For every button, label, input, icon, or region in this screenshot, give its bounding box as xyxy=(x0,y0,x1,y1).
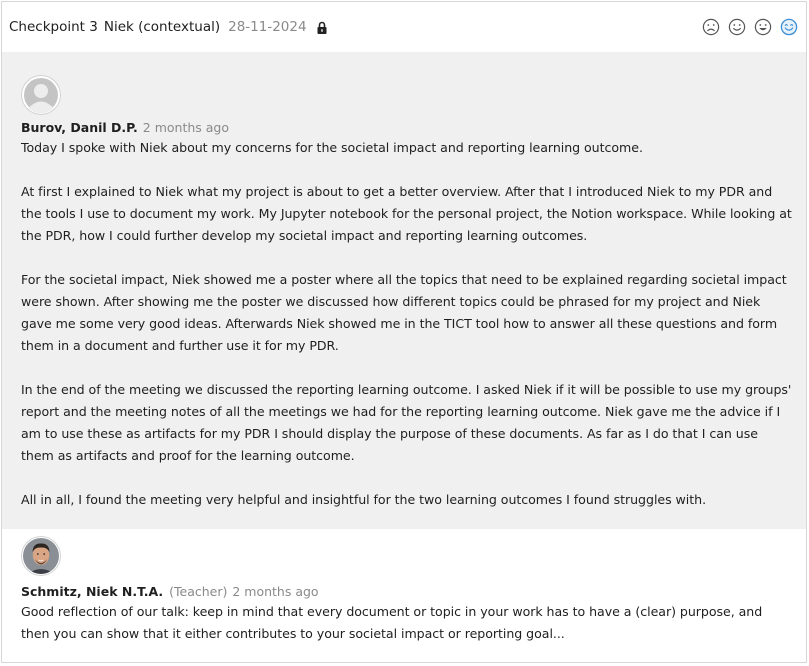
comment-meta: Schmitz, Niek N.T.A. (Teacher) 2 months ag… xyxy=(21,583,794,601)
happy-face-icon[interactable] xyxy=(754,18,772,36)
mood-rating xyxy=(702,18,798,36)
comment-role: (Teacher) xyxy=(169,584,228,599)
comment-student: Burov, Danil D.P. 2 months ago Today I sp… xyxy=(2,52,806,529)
comment-paragraph: All in all, I found the meeting very hel… xyxy=(21,492,707,507)
comment-time: 2 months ago xyxy=(232,584,319,599)
comment-time: 2 months ago xyxy=(142,120,230,135)
feedback-card: Checkpoint 3 Niek (contextual) 28-11-202… xyxy=(1,1,807,663)
checkpoint-header: Checkpoint 3 Niek (contextual) 28-11-202… xyxy=(2,2,806,52)
lock-icon xyxy=(316,20,328,34)
comment-meta: Burov, Danil D.P. 2 months ago xyxy=(21,119,794,137)
comment-paragraph: At first I explained to Niek what my pro… xyxy=(21,184,792,243)
comment-body: Good reflection of our talk: keep in min… xyxy=(21,601,794,645)
checkpoint-title: Checkpoint 3 xyxy=(9,19,98,35)
comment-author[interactable]: Schmitz, Niek N.T.A. xyxy=(21,584,163,599)
neutral-face-icon[interactable] xyxy=(728,18,746,36)
comment-paragraph: Good reflection of our talk: keep in min… xyxy=(21,604,763,641)
assessor-name: Niek (contextual) xyxy=(103,19,221,35)
sad-face-icon[interactable] xyxy=(702,18,720,36)
checkpoint-date: 28-11-2024 xyxy=(228,19,307,35)
comment-paragraph: For the societal impact, Niek showed me … xyxy=(21,272,787,353)
comment-author[interactable]: Burov, Danil D.P. xyxy=(21,120,138,135)
very-happy-face-icon[interactable] xyxy=(780,18,798,36)
comment-teacher: Schmitz, Niek N.T.A. (Teacher) 2 months ag… xyxy=(2,529,806,655)
comment-paragraph: In the end of the meeting we discussed t… xyxy=(21,382,792,463)
comment-paragraph: Today I spoke with Niek about my concern… xyxy=(21,140,643,155)
comment-body: Today I spoke with Niek about my concern… xyxy=(21,137,794,511)
teacher-photo-avatar xyxy=(21,536,61,576)
default-avatar-icon xyxy=(21,75,61,115)
